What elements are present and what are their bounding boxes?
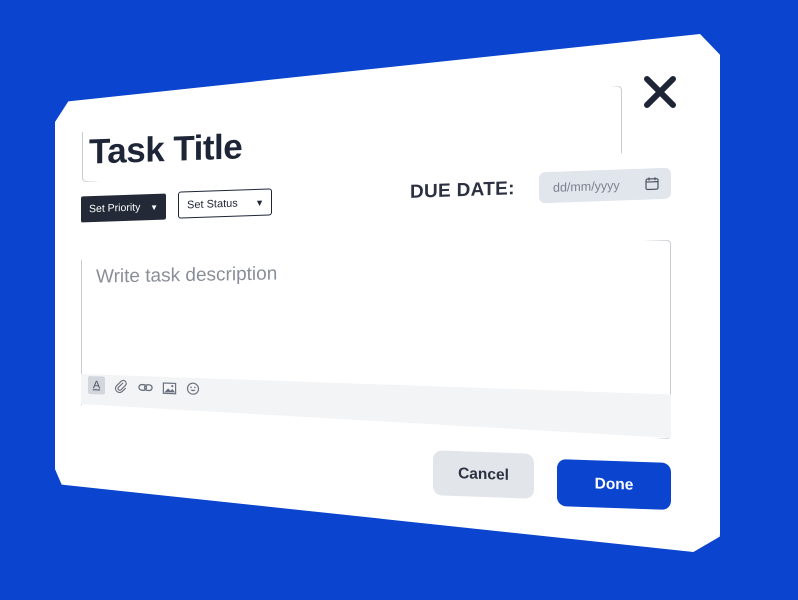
close-icon bbox=[644, 76, 676, 108]
description-placeholder: Write task description bbox=[96, 263, 278, 288]
chevron-down-icon: ▼ bbox=[255, 197, 264, 208]
emoji-icon[interactable] bbox=[185, 380, 201, 397]
priority-label: Set Priority bbox=[89, 201, 141, 216]
image-icon[interactable] bbox=[161, 380, 177, 397]
done-button[interactable]: Done bbox=[557, 459, 671, 510]
close-button[interactable] bbox=[641, 73, 679, 111]
text-format-icon[interactable]: A bbox=[88, 376, 105, 395]
due-date-label: DUE DATE: bbox=[410, 178, 515, 203]
due-date-input[interactable]: dd/mm/yyyy bbox=[539, 167, 671, 204]
chevron-down-icon: ▼ bbox=[150, 202, 158, 212]
task-title-text: Task Title bbox=[89, 127, 243, 172]
cancel-button[interactable]: Cancel bbox=[433, 450, 534, 499]
due-date-placeholder: dd/mm/yyyy bbox=[553, 177, 620, 195]
calendar-icon[interactable] bbox=[645, 176, 659, 191]
status-label: Set Status bbox=[187, 197, 238, 211]
link-icon[interactable] bbox=[137, 379, 153, 396]
set-status-dropdown[interactable]: Set Status ▼ bbox=[178, 188, 272, 219]
set-priority-dropdown[interactable]: Set Priority ▼ bbox=[81, 193, 166, 223]
attachment-icon[interactable] bbox=[113, 378, 129, 395]
